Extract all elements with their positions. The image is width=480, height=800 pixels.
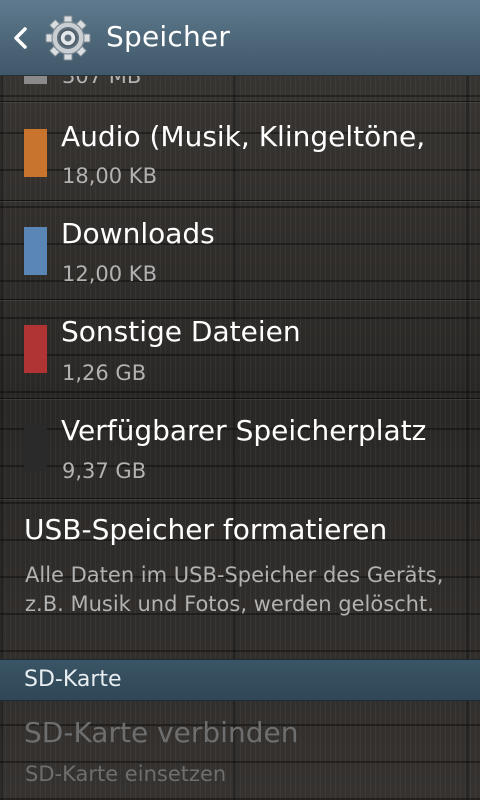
- format-usb-description: Alle Daten im USB-Speicher des Geräts, z…: [25, 563, 444, 616]
- color-swatch: [24, 325, 47, 373]
- format-usb-title: USB-Speicher formatieren: [24, 513, 388, 546]
- color-swatch: [24, 423, 47, 471]
- storage-item-value: 12,00 KB: [62, 262, 157, 286]
- storage-item-label: Sonstige Dateien: [61, 315, 301, 348]
- storage-item-downloads[interactable]: Downloads 12,00 KB: [0, 201, 480, 300]
- back-arrow-icon[interactable]: [8, 24, 34, 52]
- action-bar: Speicher: [0, 0, 480, 76]
- color-swatch: [24, 227, 47, 275]
- storage-item-audio[interactable]: Audio (Musik, Klingeltöne, 18,00 KB: [0, 102, 480, 201]
- storage-item-value: 18,00 KB: [62, 164, 157, 188]
- color-swatch: [24, 76, 47, 84]
- storage-item-misc-files[interactable]: Sonstige Dateien 1,26 GB: [0, 300, 480, 399]
- storage-item-label: Verfügbarer Speicherplatz: [61, 414, 427, 447]
- mount-sd-card-subtitle: SD-Karte einsetzen: [25, 762, 227, 786]
- section-header-label: SD-Karte: [24, 667, 122, 692]
- section-header-sd-card: SD-Karte: [0, 659, 480, 701]
- color-swatch: [24, 129, 47, 177]
- storage-item-available[interactable]: Verfügbarer Speicherplatz 9,37 GB: [0, 399, 480, 499]
- storage-item-label: Downloads: [61, 217, 215, 250]
- storage-item-value: 1,26 GB: [62, 361, 147, 385]
- storage-item-value: 307 MB: [62, 76, 142, 88]
- storage-item-label: Audio (Musik, Klingeltöne,: [61, 120, 426, 153]
- storage-item-value: 9,37 GB: [62, 459, 147, 483]
- gear-icon: [45, 15, 91, 61]
- page-title: Speicher: [106, 20, 231, 53]
- storage-item-other-partial[interactable]: 307 MB: [0, 76, 480, 102]
- mount-sd-card-title: SD-Karte verbinden: [24, 716, 299, 749]
- storage-list: 307 MB Audio (Musik, Klingeltöne, 18,00 …: [0, 76, 480, 800]
